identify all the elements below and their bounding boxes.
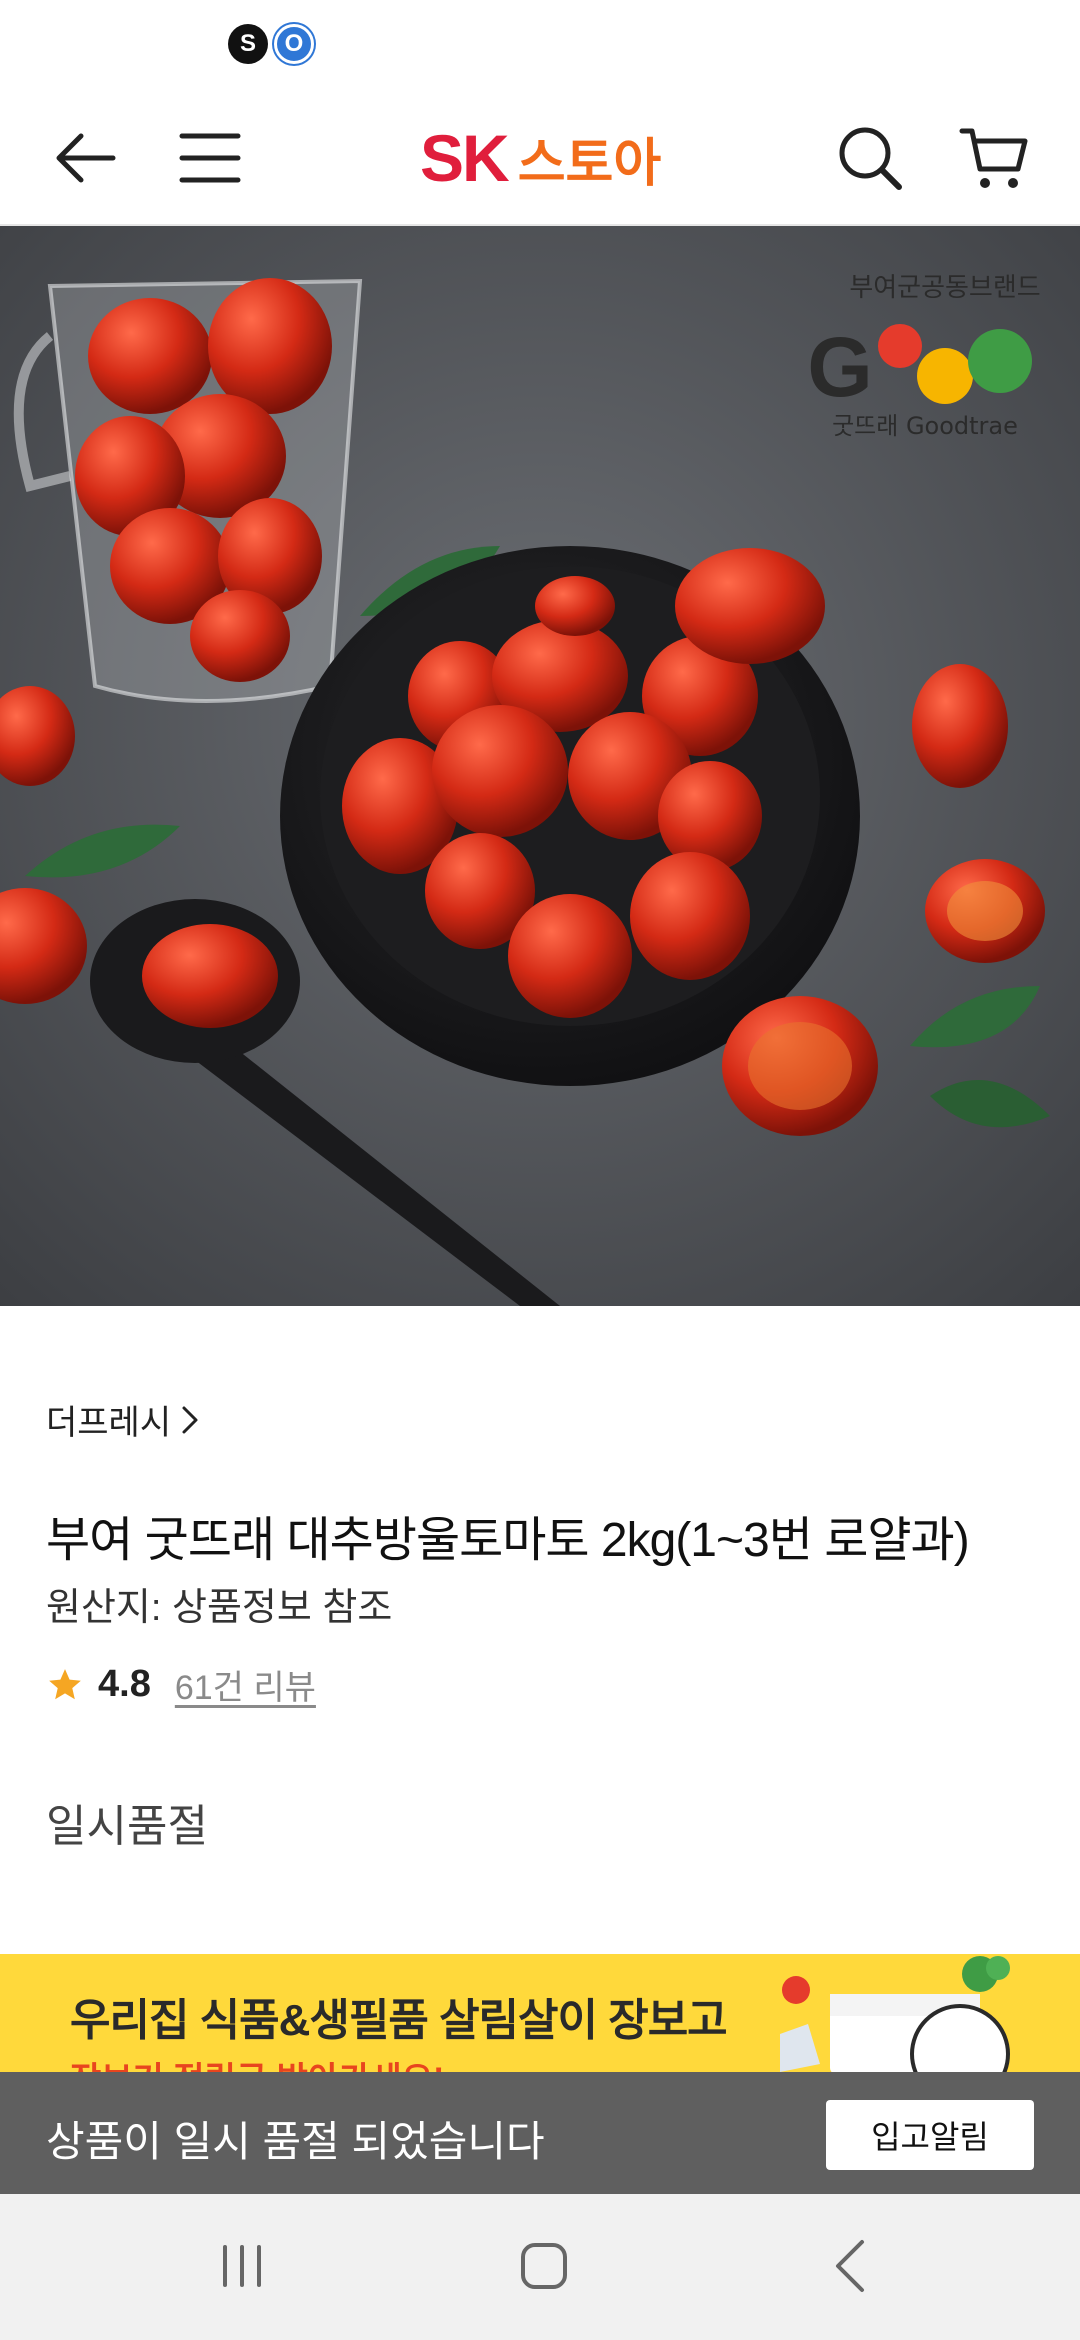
banner-headline: 우리집 식품&생필품 살림살이 장보고 xyxy=(70,1996,728,2045)
status-icons: S O xyxy=(228,24,314,64)
system-nav-bar xyxy=(0,2194,1080,2340)
groceries-illustration xyxy=(780,1956,1010,2072)
hamburger-menu-icon xyxy=(179,133,241,183)
restock-alert-button[interactable]: 입고알림 xyxy=(826,2100,1034,2170)
chevron-right-icon xyxy=(182,1406,198,1433)
system-back-button[interactable] xyxy=(800,2226,900,2306)
star-icon xyxy=(49,1668,81,1699)
soldout-message: 상품이 일시 품절 되었습니다 xyxy=(46,2118,545,2165)
promo-banner[interactable]: 우리집 식품&생필품 살림살이 장보고 장보기 적립금 받아가세요! xyxy=(0,1954,1080,2072)
product-image[interactable]: 부여군공동브랜드 G 굿뜨래 Goodtrae xyxy=(0,226,1080,1306)
search-button[interactable] xyxy=(822,110,918,206)
home-button[interactable] xyxy=(494,2226,594,2306)
s-app-icon: S xyxy=(228,24,268,64)
recent-apps-button[interactable] xyxy=(192,2226,292,2306)
back-arrow-icon xyxy=(56,133,116,183)
sk-store-logo[interactable]: SK 스토아 xyxy=(420,118,661,198)
origin-info: 원산지: 상품정보 참조 xyxy=(46,1587,393,1629)
logo-brand: SK xyxy=(420,121,510,195)
recent-apps-icon xyxy=(223,2245,261,2287)
stock-status: 일시품절 xyxy=(46,1802,208,1851)
status-bar: S O xyxy=(0,0,1080,90)
back-icon xyxy=(836,2240,864,2292)
brand-name: 굿뜨래 Goodtrae xyxy=(832,412,1018,440)
svg-text:G: G xyxy=(807,320,872,414)
banner-subline: 장보기 적립금 받아가세요! xyxy=(70,2052,444,2072)
review-count-link[interactable]: 61건 리뷰 xyxy=(175,1660,316,1709)
seller-link[interactable]: 더프레시 xyxy=(46,1395,199,1444)
tomato-photo: 부여군공동브랜드 G 굿뜨래 Goodtrae xyxy=(0,226,1080,1306)
menu-button[interactable] xyxy=(162,110,258,206)
soldout-bar: 상품이 일시 품절 되었습니다 입고알림 xyxy=(0,2072,1080,2194)
search-icon xyxy=(839,127,902,190)
app-header: SK 스토아 xyxy=(0,90,1080,226)
o-app-icon: O xyxy=(274,24,314,64)
logo-store: 스토아 xyxy=(517,134,662,193)
rating-value: 4.8 xyxy=(98,1663,151,1705)
cart-button[interactable] xyxy=(946,110,1042,206)
home-icon xyxy=(521,2243,567,2289)
seller-name: 더프레시 xyxy=(46,1404,172,1442)
rating-row: 4.8 61건 리뷰 xyxy=(46,1660,316,1709)
cart-icon xyxy=(959,128,1028,188)
product-title: 부여 굿뜨래 대추방울토마토 2kg(1~3번 로얄과) xyxy=(46,1514,970,1567)
brand-caption: 부여군공동브랜드 xyxy=(849,273,1040,303)
back-button[interactable] xyxy=(36,110,132,206)
